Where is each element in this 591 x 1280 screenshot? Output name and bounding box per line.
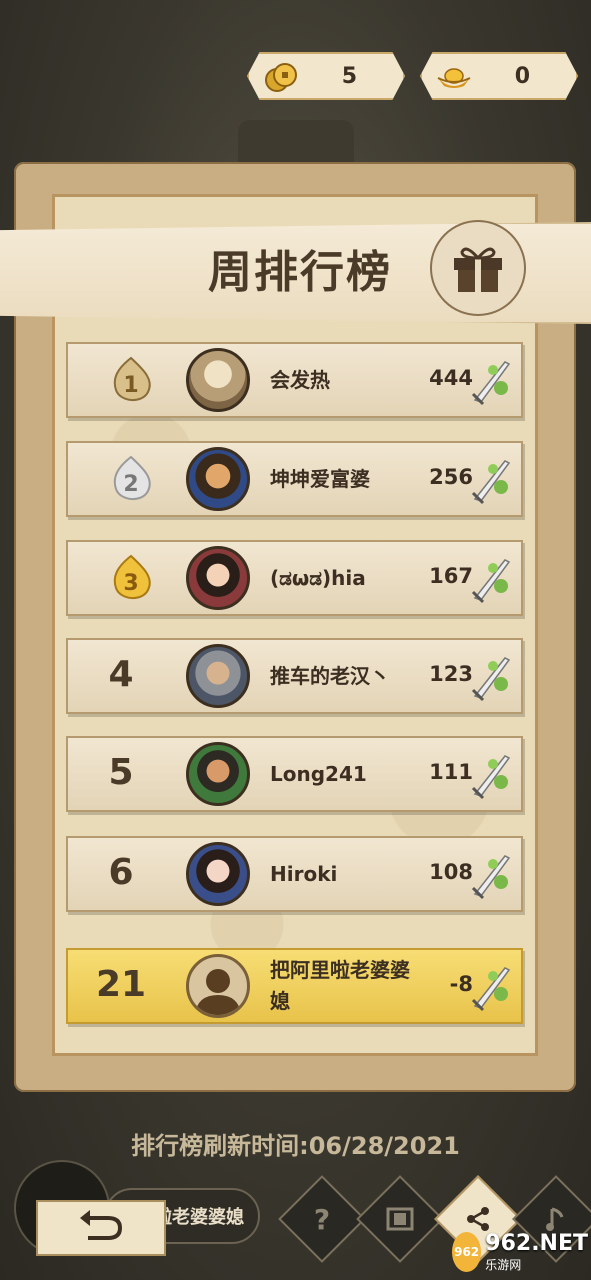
rank-number: 4: [108, 654, 134, 695]
rank-3-label: 3: [123, 571, 138, 596]
coin-counter[interactable]: 5: [247, 52, 405, 100]
player-name: (ಡωಡ)hia: [270, 565, 366, 590]
player-score: 123: [429, 662, 473, 686]
my-rank-row[interactable]: 21 把阿里啦老婆婆媳 -8: [66, 948, 523, 1024]
coin-icon: [265, 63, 297, 92]
avatar: [186, 546, 250, 610]
watermark-text-group: 962.NET 乐游网: [485, 1231, 588, 1273]
watermark: 962 962.NET 乐游网: [452, 1230, 588, 1274]
refresh-time: 排行榜刷新时间:06/28/2021: [131, 1132, 460, 1160]
player-name: 坤坤爱富婆: [270, 466, 370, 491]
avatar: [186, 742, 250, 806]
sword-icon: [471, 559, 511, 604]
rank-3-badge-icon: 3: [113, 554, 151, 599]
avatar: [186, 644, 250, 708]
rank-row-5[interactable]: 5 Long241 111: [66, 736, 523, 812]
gift-button[interactable]: [430, 220, 526, 316]
video-icon: [375, 1194, 425, 1244]
rank-row-1[interactable]: 1 会发热 444: [66, 342, 523, 418]
rank-2-badge-icon: 2: [113, 455, 151, 500]
sword-icon: [471, 855, 511, 900]
my-avatar: [186, 954, 250, 1018]
page-title: 周排行榜: [208, 247, 392, 298]
rank-2-label: 2: [123, 472, 138, 497]
ingot-icon: [437, 68, 471, 88]
player-name: Long241: [270, 761, 367, 786]
player-name: 推车的老汉丶: [270, 663, 390, 688]
rank-row-2[interactable]: 2 坤坤爱富婆 256: [66, 441, 523, 517]
avatar: [186, 348, 250, 412]
rank-row-6[interactable]: 6 Hiroki 108: [66, 836, 523, 912]
ingot-counter[interactable]: 0: [420, 52, 578, 100]
player-score: 111: [429, 760, 473, 784]
my-player-name: 把阿里啦老婆婆媳: [270, 958, 410, 1013]
help-icon: ?: [313, 1202, 331, 1236]
ingot-count: 0: [514, 63, 530, 89]
avatar: [186, 842, 250, 906]
rank-number: 6: [108, 852, 134, 893]
my-rank-number: 21: [95, 964, 147, 1005]
rank-row-3[interactable]: 3 (ಡωಡ)hia 167: [66, 540, 523, 616]
watermark-sub: 乐游网: [485, 1258, 522, 1272]
sword-icon: [471, 657, 511, 702]
panel-inner: [52, 194, 538, 1056]
player-score: 167: [429, 564, 473, 588]
avatar: [186, 447, 250, 511]
rank-1-badge-icon: 1: [113, 356, 151, 401]
coin-count: 5: [341, 63, 357, 89]
watermark-brand: 962.NET: [485, 1231, 588, 1256]
rank-row-4[interactable]: 4 推车的老汉丶 123: [66, 638, 523, 714]
player-name: 会发热: [270, 367, 330, 392]
sword-icon: [471, 755, 511, 800]
avatar-silhouette-icon: [195, 969, 241, 1015]
sword-icon: [471, 460, 511, 505]
player-score: 444: [429, 366, 473, 390]
rank-number: 5: [108, 752, 134, 793]
sword-icon: [471, 361, 511, 406]
back-arrow-icon: [80, 1210, 123, 1240]
back-button[interactable]: [36, 1200, 166, 1256]
player-name: Hiroki: [270, 861, 338, 886]
player-score: 256: [429, 465, 473, 489]
sword-icon: [471, 967, 511, 1012]
watermark-logo: 962: [452, 1232, 482, 1272]
player-score: 108: [429, 860, 473, 884]
rank-1-label: 1: [123, 373, 138, 398]
gift-icon: [454, 247, 502, 292]
panel-pattern: [55, 197, 535, 1053]
